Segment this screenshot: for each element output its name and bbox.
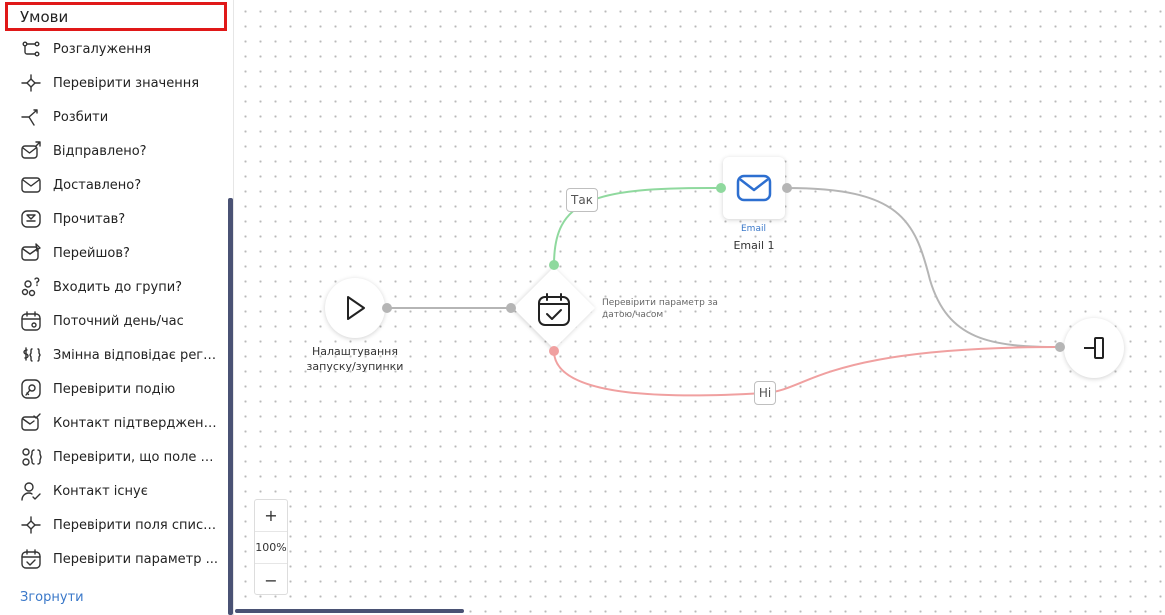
menu-item-sent[interactable]: Відправлено?: [0, 134, 228, 168]
condition-no-port[interactable]: [549, 346, 559, 356]
menu-item-list-fields[interactable]: Перевірити поля списк...: [0, 508, 228, 542]
menu-item-label: Доставлено?: [53, 177, 142, 193]
menu-item-field-check[interactable]: Перевірити, що поле к...: [0, 440, 228, 474]
menu-item-label: Перевірити значення: [53, 75, 200, 91]
exit-node[interactable]: [1064, 318, 1124, 378]
menu-item-label: Контакт підтверджений: [53, 415, 218, 431]
no-branch-label: Ні: [754, 381, 776, 405]
menu-item-contact-exists[interactable]: Контакт існує: [0, 474, 228, 508]
contact-exists-icon: [20, 480, 42, 502]
group-member-icon: [20, 276, 42, 298]
exit-icon: [1084, 337, 1104, 359]
branch-icon: [20, 38, 42, 60]
email-node[interactable]: [723, 157, 785, 219]
menu-item-label: Перевірити подію: [53, 381, 176, 397]
calendar-clock-icon: [20, 310, 42, 332]
menu-item-clicked[interactable]: Перейшов?: [0, 236, 228, 270]
start-node[interactable]: [325, 278, 385, 338]
menu-item-split[interactable]: Розбити: [0, 100, 228, 134]
contact-confirmed-icon: [20, 412, 42, 434]
menu-item-variable-regex[interactable]: Змінна відповідає регу...: [0, 338, 228, 372]
split-icon: [20, 106, 42, 128]
menu-item-branch[interactable]: Розгалуження: [0, 32, 228, 66]
event-check-icon: [20, 378, 42, 400]
mail-delivered-icon: [20, 174, 42, 196]
sidebar-title[interactable]: Умови: [5, 2, 227, 31]
zoom-level: 100%: [255, 532, 287, 564]
condition-node-label: Перевірити параметр за датою/часом: [602, 298, 718, 320]
menu-item-read[interactable]: Прочитав?: [0, 202, 228, 236]
email-node-type: Email: [741, 224, 766, 234]
email-node-name: Email 1: [733, 239, 775, 252]
field-check-icon: [20, 446, 42, 468]
play-icon: [347, 296, 365, 320]
zoom-out-button[interactable]: −: [255, 564, 287, 596]
envelope-icon: [736, 174, 772, 202]
condition-yes-port[interactable]: [549, 260, 559, 270]
menu-item-contact-confirmed[interactable]: Контакт підтверджений: [0, 406, 228, 440]
menu-item-label: Перевірити параметр ...: [53, 551, 218, 567]
menu-item-label: Відправлено?: [53, 143, 147, 159]
menu-item-date-param[interactable]: Перевірити параметр ...: [0, 542, 228, 576]
mail-sent-icon: [20, 140, 42, 162]
yes-branch-label: Так: [566, 188, 598, 212]
menu-item-label: Розгалуження: [53, 41, 152, 57]
menu-item-label: Прочитав?: [53, 211, 126, 227]
sidebar-scrollbar[interactable]: [228, 198, 233, 615]
canvas-horizontal-scrollbar[interactable]: [235, 609, 464, 613]
conditions-menu: Розгалуження Перевірити значення Розбити…: [0, 32, 228, 576]
variable-regex-icon: [20, 344, 42, 366]
zoom-in-button[interactable]: +: [255, 500, 287, 532]
menu-item-label: Поточний день/час: [53, 313, 184, 329]
menu-item-delivered[interactable]: Доставлено?: [0, 168, 228, 202]
zoom-controls: + 100% −: [254, 499, 288, 595]
menu-item-group[interactable]: Входить до групи?: [0, 270, 228, 304]
mail-clicked-icon: [20, 242, 42, 264]
list-fields-icon: [20, 514, 42, 536]
calendar-check-icon: [20, 548, 42, 570]
menu-item-datetime[interactable]: Поточний день/час: [0, 304, 228, 338]
mail-read-icon: [20, 208, 42, 230]
exit-input-port[interactable]: [1055, 342, 1065, 352]
email-input-port[interactable]: [716, 183, 726, 193]
check-value-icon: [20, 72, 42, 94]
collapse-link[interactable]: Згорнути: [20, 590, 84, 605]
menu-item-label: Перевірити поля списк...: [53, 517, 218, 533]
menu-item-label: Перевірити, що поле к...: [53, 449, 218, 465]
menu-item-check-value[interactable]: Перевірити значення: [0, 66, 228, 100]
start-node-label: Налаштування запуску/зупинки: [306, 345, 404, 373]
menu-item-label: Змінна відповідає регу...: [53, 347, 218, 363]
condition-input-port[interactable]: [506, 303, 516, 313]
menu-item-label: Входить до групи?: [53, 279, 183, 295]
email-output-port[interactable]: [782, 183, 792, 193]
conditions-sidebar: Умови Розгалуження Перевірити значення Р…: [0, 0, 234, 615]
menu-item-event[interactable]: Перевірити подію: [0, 372, 228, 406]
menu-item-label: Розбити: [53, 109, 109, 125]
menu-item-label: Контакт існує: [53, 483, 148, 499]
start-output-port[interactable]: [382, 303, 392, 313]
menu-item-label: Перейшов?: [53, 245, 130, 261]
